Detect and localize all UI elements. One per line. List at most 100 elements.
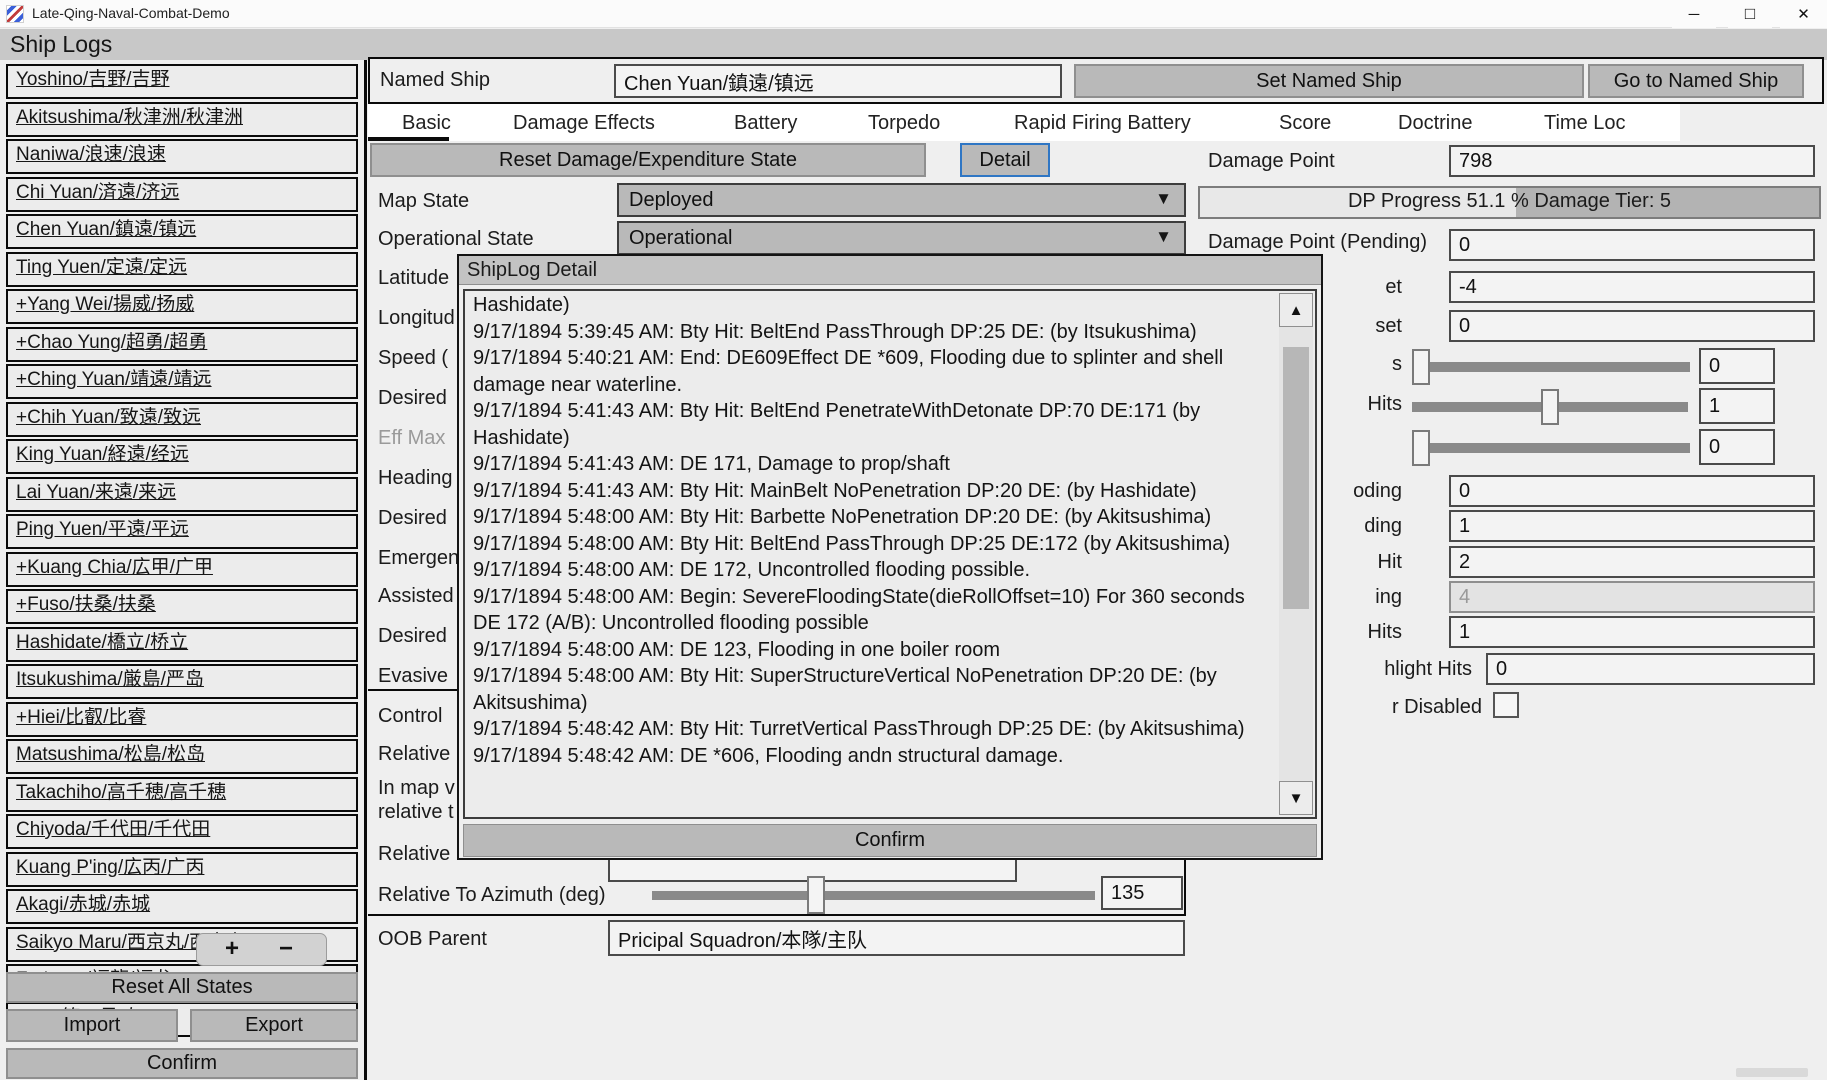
- panel-divider: [364, 60, 367, 1080]
- azimuth-slider-track[interactable]: [652, 891, 1095, 900]
- section-title: Ship Logs: [10, 31, 112, 58]
- group-border-right: [1184, 860, 1186, 916]
- app-icon: [6, 5, 24, 23]
- set-named-ship-button[interactable]: Set Named Ship: [1074, 64, 1584, 98]
- ship-item[interactable]: +Chih Yuan/致遠/致远: [6, 402, 358, 437]
- ship-item[interactable]: +Fuso/扶桑/扶桑: [6, 589, 358, 624]
- ship-item[interactable]: Kuang P'ing/広丙/广丙: [6, 852, 358, 887]
- offset2-input[interactable]: 0: [1449, 310, 1815, 342]
- go-to-named-ship-button[interactable]: Go to Named Ship: [1588, 64, 1804, 98]
- reset-damage-button[interactable]: Reset Damage/Expenditure State: [370, 143, 926, 177]
- ship-item[interactable]: Matsushima/松島/松岛: [6, 739, 358, 774]
- flooding1-input[interactable]: 0: [1449, 475, 1815, 507]
- shiplog-detail-dialog: ShipLog Detail Hashidate) 9/17/1894 5:39…: [457, 254, 1323, 860]
- tab-damage-effects[interactable]: Damage Effects: [513, 112, 655, 135]
- scrollbar-thumb[interactable]: [1283, 347, 1309, 609]
- ship-item[interactable]: Ping Yuen/平遠/平远: [6, 514, 358, 549]
- damage-point-pending-label: Damage Point (Pending): [1208, 231, 1427, 254]
- ship-item[interactable]: Akagi/赤城/赤城: [6, 889, 358, 924]
- control-label: Control: [378, 705, 442, 728]
- ship-item[interactable]: Naniwa/浪速/浪速: [6, 139, 358, 174]
- section-divider-line: [368, 689, 460, 691]
- slider1-track[interactable]: [1412, 362, 1690, 372]
- export-button[interactable]: Export: [190, 1009, 358, 1042]
- ship-item[interactable]: +Yang Wei/揚威/扬威: [6, 289, 358, 324]
- ship-item[interactable]: Itsukushima/厳島/严岛: [6, 664, 358, 699]
- tab-time-loc[interactable]: Time Loc: [1544, 112, 1626, 135]
- operational-state-dropdown[interactable]: Operational ▼: [617, 221, 1186, 255]
- ship-item[interactable]: Yoshino/吉野/吉野: [6, 64, 358, 99]
- dialog-title-bar[interactable]: ShipLog Detail: [459, 256, 1321, 285]
- named-ship-input[interactable]: Chen Yuan/鎮遠/镇远: [614, 64, 1062, 98]
- minimize-button[interactable]: ─: [1672, 0, 1716, 28]
- emergency-label: Emergen: [378, 547, 459, 570]
- hits-slider-value[interactable]: 1: [1699, 388, 1775, 424]
- ship-item[interactable]: Akitsushima/秋津洲/秋津洲: [6, 102, 358, 137]
- app-window: Late-Qing-Naval-Combat-Demo ─ □ ✕ Ship L…: [0, 0, 1827, 1080]
- tab-torpedo[interactable]: Torpedo: [868, 112, 940, 135]
- remove-ship-button[interactable]: −: [279, 935, 293, 963]
- searchlight-hits-input[interactable]: 0: [1486, 653, 1815, 685]
- slider3-track[interactable]: [1412, 443, 1690, 453]
- close-button[interactable]: ✕: [1780, 0, 1827, 28]
- disabled-checkbox[interactable]: [1493, 692, 1519, 718]
- scroll-down-button[interactable]: ▼: [1279, 781, 1313, 815]
- damage-point-input[interactable]: 798: [1449, 145, 1815, 177]
- slider1-thumb[interactable]: [1412, 349, 1430, 385]
- add-ship-button[interactable]: +: [225, 935, 239, 963]
- hit-input[interactable]: 2: [1449, 546, 1815, 578]
- disabled-label-fragment: r Disabled: [1312, 696, 1482, 719]
- desired-label: Desired: [378, 507, 447, 530]
- slider3-thumb[interactable]: [1412, 430, 1430, 466]
- ship-item[interactable]: Chiyoda/千代田/千代田: [6, 814, 358, 849]
- dialog-confirm-button[interactable]: Confirm: [463, 824, 1317, 857]
- ship-item[interactable]: +Kuang Chia/広甲/广甲: [6, 552, 358, 587]
- maximize-button[interactable]: □: [1728, 0, 1772, 28]
- tab-basic[interactable]: Basic: [402, 112, 451, 135]
- ship-item[interactable]: Chen Yuan/鎮遠/镇远: [6, 214, 358, 249]
- log-line: Hashidate): [473, 292, 1273, 319]
- damage-point-pending-input[interactable]: 0: [1449, 229, 1815, 261]
- list-size-group: + −: [196, 933, 327, 966]
- reset-all-states-button[interactable]: Reset All States: [6, 972, 358, 1003]
- map-state-value: Deployed: [629, 189, 714, 212]
- ship-item[interactable]: Chi Yuan/済遠/济远: [6, 177, 358, 212]
- oob-parent-input[interactable]: Pricipal Squadron/本隊/主队: [608, 920, 1185, 956]
- assisted-label: Assisted: [378, 585, 454, 608]
- desired-label: Desired: [378, 387, 447, 410]
- relative-label: Relative: [378, 743, 450, 766]
- active-tab-underline: [368, 137, 449, 141]
- tab-rapid-firing-battery[interactable]: Rapid Firing Battery: [1014, 112, 1191, 135]
- ship-item[interactable]: Takachiho/高千穂/高千穂: [6, 777, 358, 812]
- azimuth-value-input[interactable]: 135: [1101, 876, 1183, 910]
- tab-battery[interactable]: Battery: [734, 112, 797, 135]
- ship-item[interactable]: +Ching Yuan/靖遠/靖远: [6, 364, 358, 399]
- log-scrollbar[interactable]: ▲ ▼: [1279, 293, 1313, 815]
- detail-button[interactable]: Detail: [960, 143, 1050, 177]
- latitude-label: Latitude: [378, 267, 449, 290]
- flooding2-input[interactable]: 1: [1449, 510, 1815, 542]
- hits-slider-thumb[interactable]: [1541, 389, 1559, 425]
- offset-input[interactable]: -4: [1449, 271, 1815, 303]
- ship-item[interactable]: +Hiei/比叡/比睿: [6, 702, 358, 737]
- hits-input[interactable]: 1: [1449, 616, 1815, 648]
- dialog-title: ShipLog Detail: [467, 259, 597, 282]
- confirm-left-button[interactable]: Confirm: [6, 1048, 358, 1079]
- longitude-label: Longitud: [378, 307, 455, 330]
- map-state-dropdown[interactable]: Deployed ▼: [617, 183, 1186, 217]
- ship-item[interactable]: Lai Yuan/来遠/来远: [6, 477, 358, 512]
- azimuth-slider-thumb[interactable]: [807, 876, 825, 914]
- ship-item[interactable]: King Yuan/経遠/经远: [6, 439, 358, 474]
- import-button[interactable]: Import: [6, 1009, 178, 1042]
- ship-list: Yoshino/吉野/吉野 Akitsushima/秋津洲/秋津洲 Naniwa…: [6, 64, 358, 1039]
- ship-item[interactable]: Hashidate/橋立/桥立: [6, 627, 358, 662]
- log-text: Hashidate) 9/17/1894 5:39:45 AM: Bty Hit…: [473, 292, 1273, 769]
- scroll-up-button[interactable]: ▲: [1279, 293, 1313, 327]
- ship-item[interactable]: Ting Yuen/定遠/定远: [6, 252, 358, 287]
- ship-item[interactable]: +Chao Yung/超勇/超勇: [6, 327, 358, 362]
- tab-doctrine[interactable]: Doctrine: [1398, 112, 1472, 135]
- tab-score[interactable]: Score: [1279, 112, 1331, 135]
- slider3-value[interactable]: 0: [1699, 429, 1775, 465]
- slider1-value[interactable]: 0: [1699, 348, 1775, 384]
- heading-label: Heading: [378, 467, 453, 490]
